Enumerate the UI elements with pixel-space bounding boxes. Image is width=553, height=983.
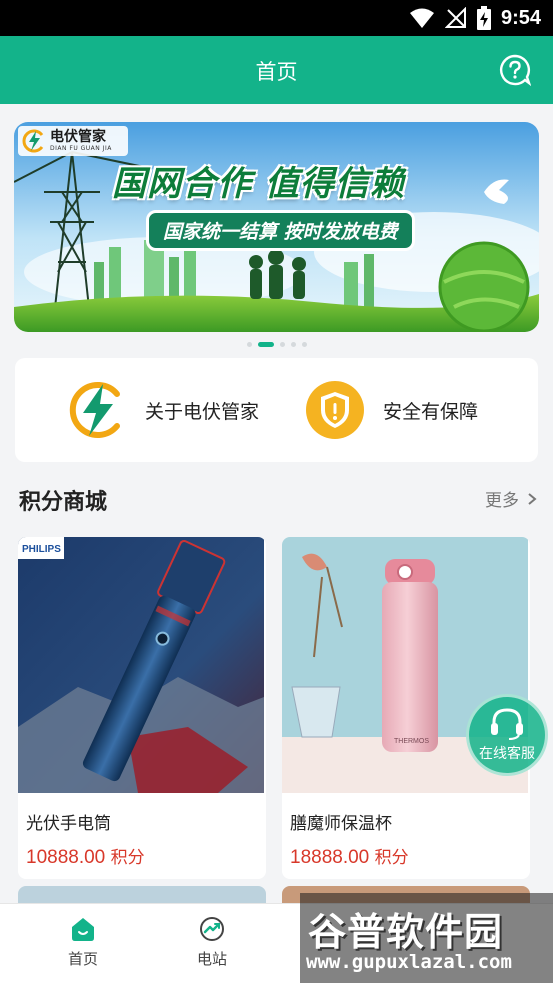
home-icon [72,918,94,941]
pagination-dot[interactable] [290,342,296,347]
nav-station[interactable]: 电站 [172,916,252,969]
clock: 9:54 [500,6,541,29]
security-label: 安全有保障 [383,400,479,423]
more-label: 更多 [485,491,519,511]
no-signal-icon [444,7,466,28]
mall-section-title: 积分商城 [19,490,108,515]
watermark-cn: 谷普软件园 [308,910,504,954]
chevron-right-icon [528,492,537,505]
product-name: 膳魔师保温杯 [290,814,392,834]
banner-headline: 国网合作 值得信赖 [112,164,405,204]
nav-home-label: 首页 [67,950,98,968]
points-value: 18888.00 [290,847,370,868]
banner-logo-name: 电伏管家 [50,129,106,145]
lightning-logo-icon [22,129,44,153]
promo-banner[interactable]: 电伏管家 DIAN FU GUAN JIA 国网合作 值得信赖 国家统一结算 按… [14,122,539,332]
status-bar: 9:54 [0,0,553,36]
app-header: 首页 [0,36,553,104]
flashlight-image: PHILIPS [18,537,264,793]
shield-icon [306,381,364,439]
thermos-brand: THERMOS [394,738,429,745]
product-card[interactable]: PHILIPS 光伏手电筒 10888.00 积分 [18,537,266,879]
watermark-url: www.gupuxlazal.com [306,951,512,973]
about-card: 关于电伏管家 安全有保障 [15,358,538,462]
help-icon[interactable] [499,54,531,86]
nav-home[interactable]: 首页 [43,916,123,969]
about-app-link[interactable]: 关于电伏管家 [67,380,259,440]
lightning-logo-icon [69,382,120,438]
online-service-label: 在线客服 [479,746,535,762]
points-unit: 积分 [110,848,145,868]
points-value: 10888.00 [26,847,106,868]
nav-station-label: 电站 [196,950,227,968]
station-icon [200,917,224,941]
product-points: 18888.00 积分 [290,843,409,869]
banner-pagination [0,342,553,347]
product-points: 10888.00 积分 [26,843,145,869]
online-service-button[interactable]: 在线客服 [466,694,548,776]
pagination-dot[interactable] [246,342,252,347]
pagination-dot-active[interactable] [257,342,274,347]
more-link[interactable]: 更多 [485,486,537,511]
product-name: 光伏手电筒 [26,814,111,834]
security-link[interactable]: 安全有保障 [305,380,478,440]
banner-logo: 电伏管家 DIAN FU GUAN JIA [18,126,128,156]
philips-brand: PHILIPS [22,544,61,555]
banner-logo-en: DIAN FU GUAN JIA [50,145,112,152]
points-unit: 积分 [374,848,409,868]
banner-subline: 国家统一结算 按时发放电费 [146,210,415,251]
about-app-label: 关于电伏管家 [145,400,260,423]
watermark: 谷普软件园 www.gupuxlazal.com [300,893,553,983]
headset-icon [491,708,523,740]
wifi-icon [409,8,434,28]
pagination-dot[interactable] [279,342,285,347]
page-title: 首页 [255,60,298,84]
pagination-dot[interactable] [301,342,307,347]
battery-charging-icon [476,6,491,30]
